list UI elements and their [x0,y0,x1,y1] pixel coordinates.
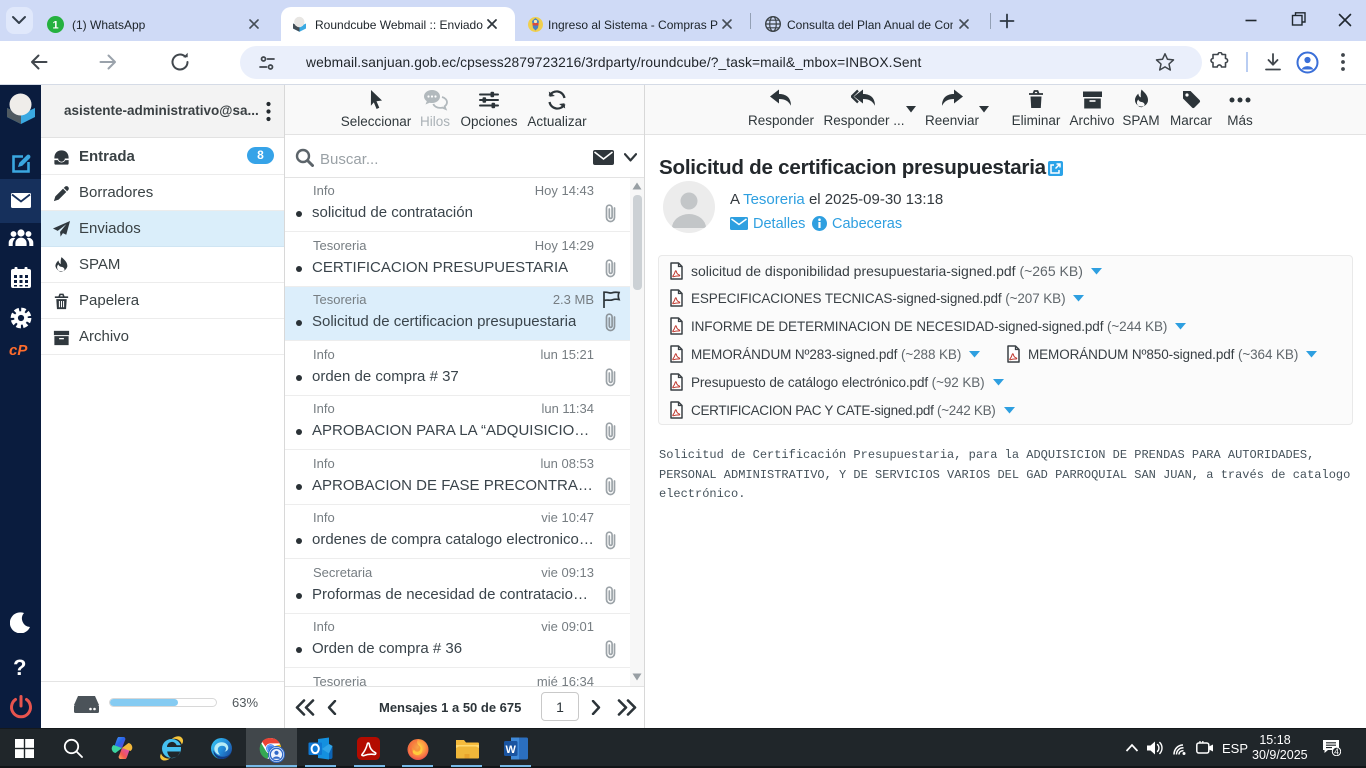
svg-text:1: 1 [52,20,58,32]
svg-text:4: 4 [1334,747,1339,756]
svg-text:W: W [506,744,517,756]
